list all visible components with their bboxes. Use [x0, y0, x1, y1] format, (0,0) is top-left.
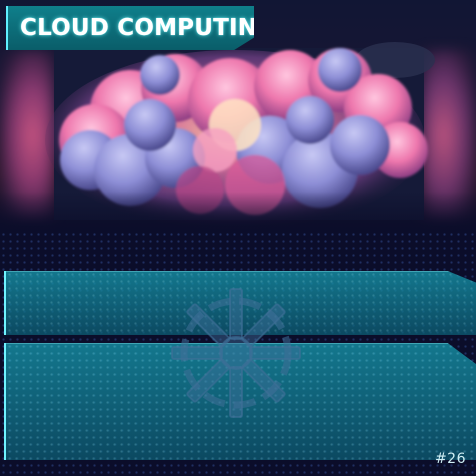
game-card[interactable]: CLOUD COMPUTING #26 — [0, 0, 476, 476]
title-banner: CLOUD COMPUTING — [6, 6, 254, 50]
card-number: #26 — [434, 451, 466, 467]
card-title: CLOUD COMPUTING — [20, 15, 277, 41]
gear-emblem-icon — [171, 288, 301, 418]
artwork-fade — [0, 192, 476, 232]
